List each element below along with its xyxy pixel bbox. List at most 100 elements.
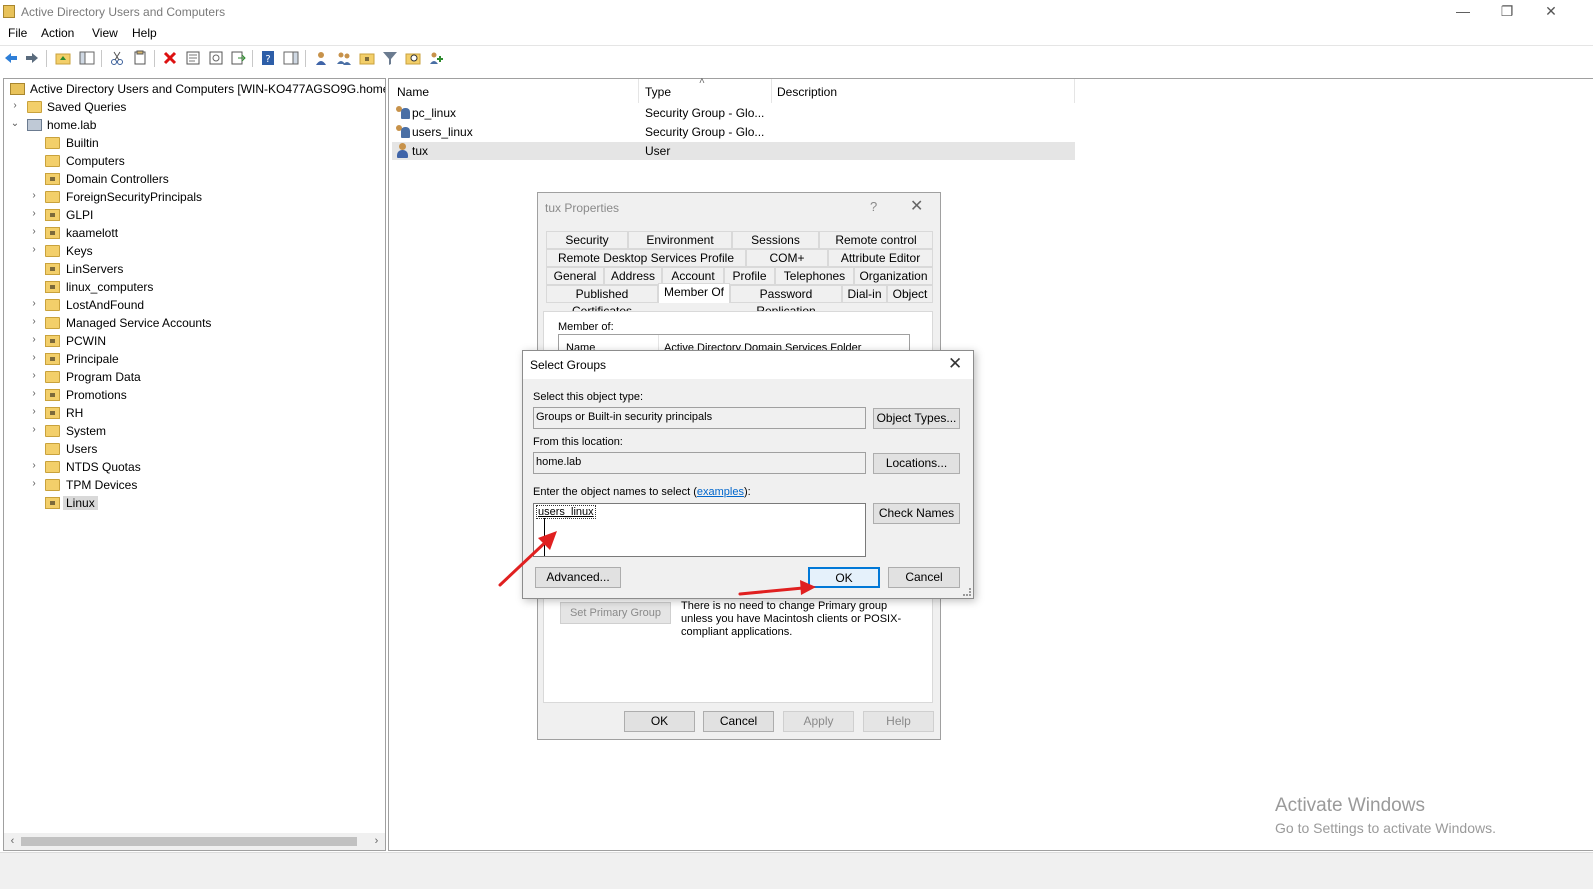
help-question-icon[interactable]: ? [870,199,877,214]
set-primary-group-button[interactable]: Set Primary Group [560,602,671,624]
check-names-button[interactable]: Check Names [873,503,960,524]
tree-item-label: ForeignSecurityPrincipals [66,190,203,204]
restore-button[interactable]: ❐ [1485,0,1529,24]
menu-help[interactable]: Help [132,26,157,40]
tab-security[interactable]: Security [546,231,628,249]
tab-rds-profile[interactable]: Remote Desktop Services Profile [546,249,746,267]
resize-grip-icon[interactable] [963,588,971,596]
new-user-icon[interactable] [313,50,329,66]
chevron-right-icon[interactable]: › [29,424,39,435]
list-item[interactable]: pc_linux Security Group - Glo... [392,104,1075,122]
locations-button[interactable]: Locations... [873,453,960,474]
tree-item-label: LinServers [66,262,124,276]
object-names-input[interactable]: users_linux [533,503,866,557]
tab-address[interactable]: Address [604,267,662,285]
find-icon[interactable] [405,50,421,66]
menu-action[interactable]: Action [41,26,74,40]
ok-button[interactable]: OK [624,711,695,732]
chevron-right-icon[interactable]: › [29,316,39,327]
column-header-name[interactable]: Name [389,79,639,103]
column-header-description[interactable]: Description [772,79,1075,103]
tab-member-of[interactable]: Member Of [658,283,730,303]
properties-icon[interactable] [185,50,201,66]
ou-folder-icon [45,335,60,347]
tab-remote-control[interactable]: Remote control [819,231,933,249]
examples-link[interactable]: examples [697,486,744,498]
list-item-name: pc_linux [412,106,457,120]
enter-names-prefix: Enter the object names to select ( [533,486,697,498]
chevron-right-icon[interactable]: › [29,334,39,345]
close-icon[interactable]: ✕ [910,196,923,216]
back-icon[interactable] [3,50,19,66]
action-pane-icon[interactable] [283,50,299,66]
menu-view[interactable]: View [92,26,118,40]
scroll-right-icon[interactable]: › [368,833,385,850]
primary-group-note: There is no need to change Primary group… [681,600,902,638]
apply-button[interactable]: Apply [783,711,854,732]
tree-root-label: Active Directory Users and Computers [WI… [30,82,386,96]
location-field: home.lab [533,452,866,474]
cut-icon[interactable] [109,50,125,66]
new-ou-icon[interactable] [359,50,375,66]
chevron-right-icon[interactable]: › [29,298,39,309]
ok-button[interactable]: OK [808,567,880,588]
tab-dial-in[interactable]: Dial-in [842,285,887,303]
tab-published-certificates[interactable]: Published Certificates [546,285,658,318]
chevron-right-icon[interactable]: › [29,370,39,381]
chevron-right-icon[interactable]: › [29,190,39,201]
help-icon[interactable]: ? [260,50,276,66]
tab-sessions[interactable]: Sessions [732,231,819,249]
chevron-right-icon[interactable]: › [29,388,39,399]
forward-icon[interactable] [24,50,40,66]
minimize-button[interactable]: — [1441,0,1485,24]
tab-profile[interactable]: Profile [724,267,775,285]
export-list-icon[interactable] [230,50,246,66]
delete-icon[interactable] [162,50,178,66]
ou-folder-icon [45,263,60,275]
close-button[interactable]: ✕ [1529,0,1573,24]
chevron-right-icon[interactable]: › [29,226,39,237]
new-group-icon[interactable] [336,50,352,66]
tab-object[interactable]: Object [887,285,933,303]
ou-folder-icon [45,407,60,419]
ou-folder-icon [45,173,60,185]
chevron-right-icon[interactable]: › [10,100,20,111]
tab-password-replication[interactable]: Password Replication [730,285,842,318]
select-groups-dialog: Select Groups ✕ Select this object type:… [522,350,974,599]
column-header-type[interactable]: Type [639,79,772,103]
cancel-button[interactable]: Cancel [888,567,960,588]
advanced-button[interactable]: Advanced... [535,567,621,588]
object-types-button[interactable]: Object Types... [873,408,960,429]
cancel-button[interactable]: Cancel [703,711,774,732]
chevron-right-icon[interactable]: › [29,460,39,471]
chevron-right-icon[interactable]: › [29,478,39,489]
scrollbar-thumb[interactable] [21,837,357,846]
scroll-left-icon[interactable]: ‹ [4,833,21,850]
copy-icon[interactable] [132,50,148,66]
tab-environment[interactable]: Environment [628,231,732,249]
close-icon[interactable]: ✕ [948,354,962,374]
filter-icon[interactable] [382,50,398,66]
menu-file[interactable]: File [8,26,27,40]
show-console-tree-icon[interactable] [79,50,95,66]
list-item[interactable]: tux User [392,142,1075,160]
chevron-down-icon[interactable]: ⌄ [10,118,20,129]
user-icon [396,143,410,158]
list-item[interactable]: users_linux Security Group - Glo... [392,123,1075,141]
help-button[interactable]: Help [863,711,934,732]
tab-attribute-editor[interactable]: Attribute Editor [828,249,933,267]
group-icon [395,124,411,139]
tab-telephones[interactable]: Telephones [775,267,854,285]
chevron-right-icon[interactable]: › [29,208,39,219]
chevron-right-icon[interactable]: › [29,244,39,255]
horizontal-scrollbar[interactable]: ‹ › [4,833,385,850]
tab-general[interactable]: General [546,267,604,285]
chevron-right-icon[interactable]: › [29,406,39,417]
up-folder-icon[interactable] [55,50,71,66]
refresh-icon[interactable] [208,50,224,66]
chevron-right-icon[interactable]: › [29,352,39,363]
tab-organization[interactable]: Organization [854,267,933,285]
domain-icon [27,119,42,131]
tab-com-plus[interactable]: COM+ [746,249,828,267]
add-to-group-icon[interactable] [428,50,444,66]
